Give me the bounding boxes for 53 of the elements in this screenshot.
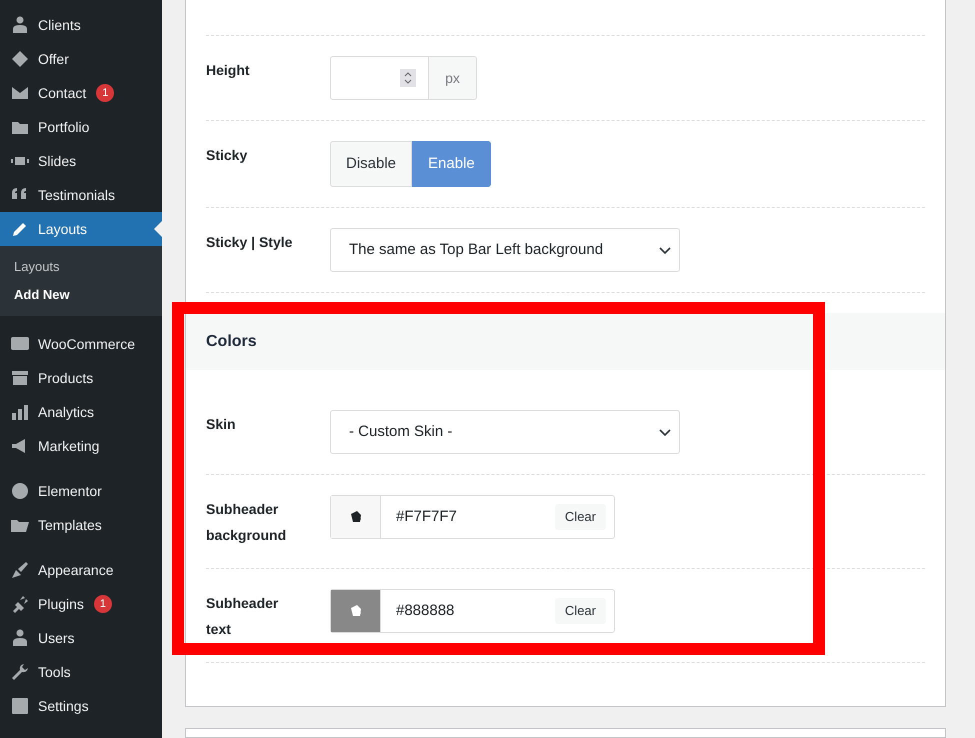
color-swatch[interactable] (331, 496, 381, 538)
menu-icon (10, 560, 30, 580)
color-swatch[interactable] (331, 590, 381, 632)
sidebar-item[interactable]: Offer (0, 42, 162, 76)
sidebar-item[interactable]: Elementor (0, 474, 162, 508)
clear-button[interactable]: Clear (554, 598, 606, 624)
sidebar-item[interactable]: WooCommerce (0, 327, 162, 361)
current-arrow-icon (154, 221, 162, 237)
select-field[interactable]: The same as Top Bar Left background (330, 228, 680, 272)
count-badge: 1 (94, 595, 112, 613)
field-label: Sticky | Style (206, 233, 294, 252)
number-field[interactable] (330, 56, 429, 100)
field-label: Subheader text (206, 594, 280, 639)
toggle-button[interactable]: Disable (330, 141, 412, 187)
sidebar-item[interactable]: Testimonials (0, 178, 162, 212)
menu-icon (10, 696, 30, 716)
sidebar-item[interactable]: Layouts (0, 212, 162, 246)
sidebar-item[interactable]: Tools (0, 655, 162, 689)
sidebar-item[interactable]: Products (0, 361, 162, 395)
field-label: Subheader background (206, 500, 288, 545)
menu-icon (10, 628, 30, 648)
sidebar-item[interactable]: Settings (0, 689, 162, 723)
chevron-down-icon (659, 247, 671, 255)
field-label: Height (206, 61, 251, 80)
submenu-item[interactable]: Add New (0, 281, 162, 309)
sidebar-item[interactable]: Slides (0, 144, 162, 178)
submenu-item[interactable]: Layouts (0, 253, 162, 281)
menu-icon (10, 49, 30, 69)
menu-icon (10, 662, 30, 682)
menu-icon (10, 481, 30, 501)
color-field[interactable]: #F7F7F7 Clear (330, 495, 615, 539)
sidebar-item[interactable]: Plugins 1 (0, 587, 162, 621)
sidebar-item[interactable]: Analytics (0, 395, 162, 429)
sidebar-item[interactable]: Templates (0, 508, 162, 542)
sidebar-item[interactable]: Clients (0, 8, 162, 42)
field-label: Skin (206, 415, 237, 434)
sidebar-item[interactable]: Contact 1 (0, 76, 162, 110)
section-header: Colors (186, 313, 945, 370)
count-badge: 1 (96, 84, 114, 102)
sidebar-item[interactable]: Portfolio (0, 110, 162, 144)
menu-icon (10, 15, 30, 35)
clear-button[interactable]: Clear (554, 504, 606, 530)
sidebar-item[interactable]: Marketing (0, 429, 162, 463)
field-label: Sticky (206, 146, 248, 165)
color-field[interactable]: #888888 Clear (330, 589, 615, 633)
sidebar-item[interactable]: Users (0, 621, 162, 655)
sidebar-item[interactable]: Appearance (0, 553, 162, 587)
menu-icon (10, 368, 30, 388)
select-field[interactable]: - Custom Skin - (330, 410, 680, 454)
menu-icon (10, 402, 30, 422)
spinner-icon[interactable] (400, 69, 416, 87)
chevron-down-icon (659, 429, 671, 437)
unit-label: px (429, 56, 477, 100)
